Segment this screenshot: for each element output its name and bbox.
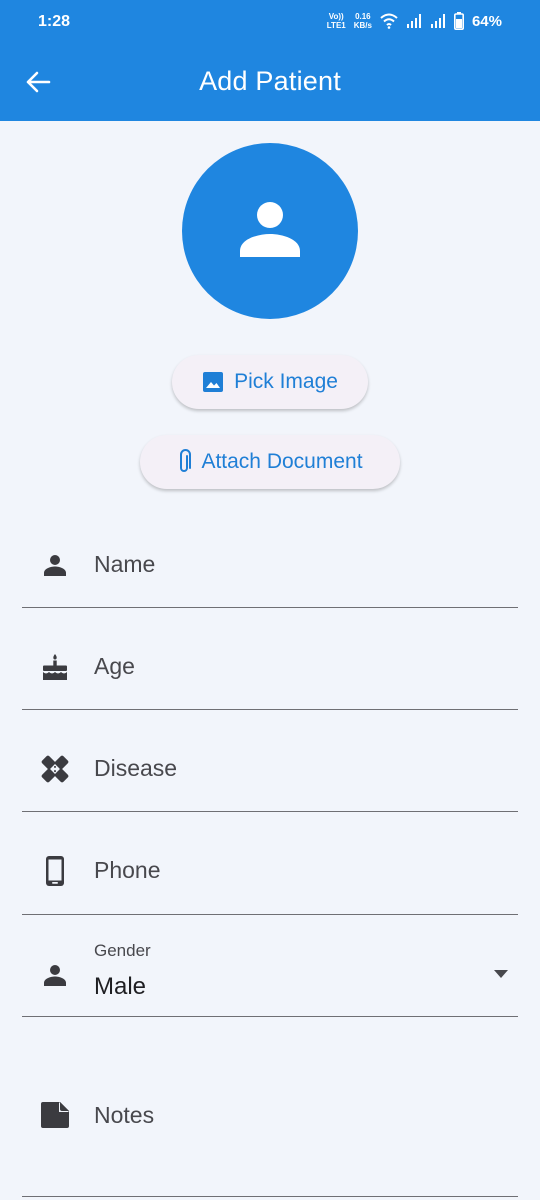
- phone-field-label: Phone: [94, 857, 161, 883]
- cake-icon: [40, 652, 70, 682]
- image-icon: [203, 372, 224, 392]
- pick-image-button[interactable]: Pick Image: [172, 355, 368, 409]
- notes-field[interactable]: Notes: [22, 1030, 518, 1197]
- name-field[interactable]: Name: [22, 520, 518, 608]
- battery-percent: 64%: [471, 12, 502, 30]
- attachment-icon: [180, 449, 192, 472]
- notes-field-label: Notes: [94, 1102, 155, 1128]
- arrow-drop-down-icon[interactable]: [494, 970, 508, 978]
- signal-icon: [430, 14, 445, 28]
- attach-document-label: Attach Document: [201, 450, 363, 473]
- disease-field-label: Disease: [94, 755, 178, 781]
- toolbar: Add Patient: [0, 44, 540, 121]
- attach-document-button[interactable]: Attach Document: [140, 435, 400, 489]
- name-field-label: Name: [94, 551, 156, 577]
- gender-field-label: Gender: [94, 941, 151, 960]
- signal-icon: [406, 14, 421, 28]
- phone-icon: [40, 856, 70, 886]
- status-icons: Vo)) LTE1 0.16 KB/s 64%: [327, 12, 502, 30]
- avatar[interactable]: [182, 143, 358, 319]
- person-icon: [40, 960, 70, 990]
- page-title: Add Patient: [199, 66, 341, 96]
- disease-field[interactable]: Disease: [22, 724, 518, 812]
- battery-icon: [453, 12, 464, 30]
- status-time: 1:28: [38, 13, 71, 30]
- person-icon: [240, 202, 300, 257]
- gender-dropdown[interactable]: Gender Male: [22, 928, 518, 1017]
- network-speed: 0.16 KB/s: [353, 12, 372, 30]
- gender-selected-value: Male: [94, 973, 147, 1000]
- phone-field[interactable]: Phone: [22, 826, 518, 915]
- note-icon: [40, 1100, 70, 1130]
- age-field-label: Age: [94, 653, 135, 679]
- wifi-icon: [380, 13, 398, 29]
- age-field[interactable]: Age: [22, 622, 518, 710]
- app-bar: 1:28 Vo)) LTE1 0.16 KB/s 64% Add Patient: [0, 0, 540, 121]
- person-icon: [40, 550, 70, 580]
- status-bar: 1:28 Vo)) LTE1 0.16 KB/s 64%: [0, 0, 540, 44]
- volte-indicator: Vo)) LTE1: [326, 12, 346, 30]
- pick-image-label: Pick Image: [234, 370, 338, 393]
- healing-icon: [40, 754, 70, 784]
